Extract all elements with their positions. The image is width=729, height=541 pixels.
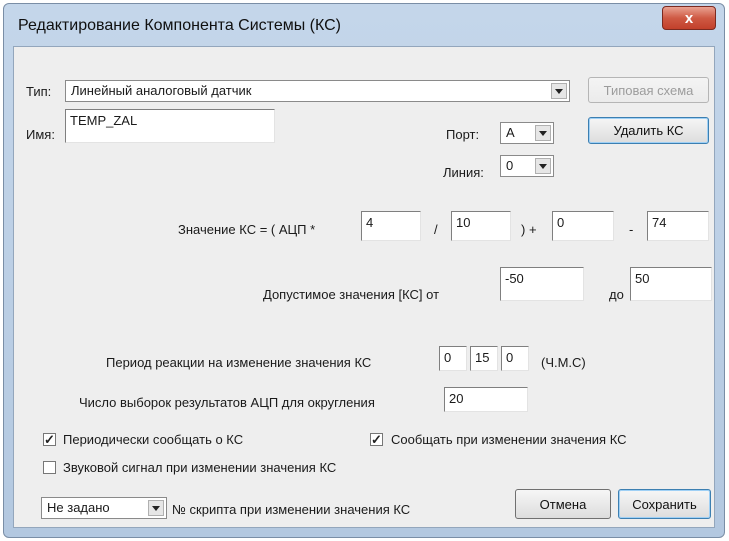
chevron-down-icon[interactable] [535,158,551,174]
script-select[interactable]: Не задано [41,497,167,519]
cancel-button[interactable]: Отмена [515,489,611,519]
dialog-window: Редактирование Компонента Системы (КС) x… [3,3,725,538]
sound-signal-checkbox[interactable] [43,461,56,474]
chevron-down-icon[interactable] [551,83,567,99]
name-input[interactable]: TEMP_ZAL [65,109,275,143]
line-select[interactable]: 0 [500,155,554,177]
range-from-input[interactable]: -50 [500,267,584,301]
dialog-body: Тип: Линейный аналоговый датчик Типовая … [13,46,715,528]
port-select[interactable]: A [500,122,554,144]
range-to-label: до [609,287,624,302]
period-label: Период реакции на изменение значения КС [106,355,372,370]
formula-plus-sign: ) + [521,222,537,237]
window-title: Редактирование Компонента Системы (КС) [18,17,342,34]
script-label: № скрипта при изменении значения КС [172,502,411,517]
delete-component-button[interactable]: Удалить КС [588,117,709,144]
range-label: Допустимое значения [КС] от [263,287,440,302]
periodic-report-label: Периодически сообщать о КС [63,432,244,447]
title-bar[interactable]: Редактирование Компонента Системы (КС) x [4,4,724,44]
line-label: Линия: [443,165,484,180]
formula-prefix-label: Значение КС = ( АЦП * [178,222,316,237]
typical-scheme-button[interactable]: Типовая схема [588,77,709,103]
chevron-down-icon[interactable] [148,500,164,516]
formula-offset-input[interactable]: 0 [552,211,614,241]
port-label: Порт: [446,127,480,142]
type-label: Тип: [26,84,52,99]
close-button[interactable]: x [662,6,716,30]
formula-subtract-input[interactable]: 74 [647,211,709,241]
periodic-report-checkbox[interactable]: ✓ [43,433,56,446]
range-to-input[interactable]: 50 [630,267,712,301]
type-select[interactable]: Линейный аналоговый датчик [65,80,570,102]
period-hours-input[interactable]: 0 [439,346,467,371]
formula-divide-sign: / [434,222,438,237]
report-on-change-checkbox[interactable]: ✓ [370,433,383,446]
formula-divisor-input[interactable]: 10 [451,211,511,241]
chevron-down-icon[interactable] [535,125,551,141]
samples-input[interactable]: 20 [444,387,528,412]
close-icon: x [684,9,694,27]
formula-minus-sign: - [629,222,634,237]
samples-label: Число выборок результатов АЦП для округл… [79,395,375,410]
port-select-value: A [506,125,515,140]
sound-signal-label: Звуковой сигнал при изменении значения К… [63,460,337,475]
report-on-change-label: Сообщать при изменении значения КС [391,432,627,447]
name-label: Имя: [26,127,55,142]
save-button[interactable]: Сохранить [618,489,711,519]
period-minutes-input[interactable]: 15 [470,346,498,371]
period-units-label: (Ч.М.С) [541,355,586,370]
script-select-value: Не задано [47,500,110,515]
period-seconds-input[interactable]: 0 [501,346,529,371]
formula-multiplier-input[interactable]: 4 [361,211,421,241]
line-select-value: 0 [506,158,514,173]
type-select-value: Линейный аналоговый датчик [71,83,252,98]
